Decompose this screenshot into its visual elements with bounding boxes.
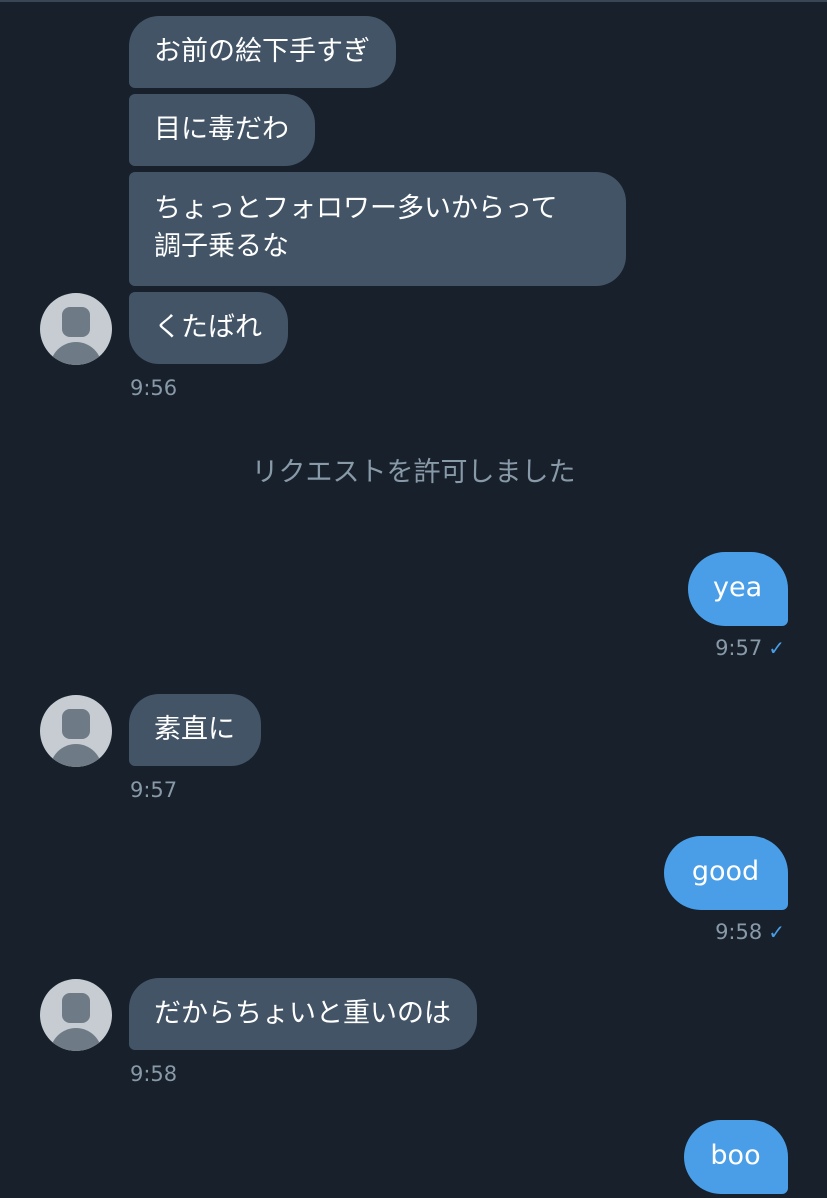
outgoing-message-bubble[interactable]: good: [664, 836, 788, 910]
message-timestamp: 9:56: [130, 376, 178, 400]
sender-avatar[interactable]: [40, 979, 112, 1051]
avatar-body-icon: [50, 342, 102, 365]
message-line: 調子乗るな: [154, 231, 289, 262]
avatar-head-icon: [62, 709, 90, 739]
message-timestamp: 9:58: [130, 1062, 178, 1086]
incoming-message-bubble[interactable]: ちょっとフォロワー多いからって 調子乗るな: [129, 172, 626, 286]
message-timestamp: 9:57: [130, 778, 178, 802]
avatar-body-icon: [50, 1028, 102, 1051]
incoming-message-bubble[interactable]: 素直に: [129, 694, 261, 766]
avatar-body-icon: [50, 744, 102, 767]
timestamp-text: 9:57: [715, 636, 763, 660]
check-icon: ✓: [768, 636, 785, 660]
timestamp-text: 9:58: [715, 920, 763, 944]
top-divider: [0, 0, 827, 2]
message-line: ちょっとフォロワー多いからって: [154, 193, 558, 224]
sender-avatar[interactable]: [40, 293, 112, 365]
outgoing-message-bubble[interactable]: yea: [688, 552, 788, 626]
sender-avatar[interactable]: [40, 695, 112, 767]
check-icon: ✓: [768, 920, 785, 944]
message-timestamp: 9:57 ✓: [715, 636, 785, 660]
incoming-message-bubble[interactable]: だからちょいと重いのは: [129, 978, 477, 1050]
message-timestamp: 9:58 ✓: [715, 920, 785, 944]
request-accepted-notice: リクエストを許可しました: [251, 457, 576, 488]
avatar-head-icon: [62, 307, 90, 337]
avatar-head-icon: [62, 993, 90, 1023]
incoming-message-bubble[interactable]: お前の絵下手すぎ: [129, 16, 396, 88]
incoming-message-bubble[interactable]: くたばれ: [129, 292, 288, 364]
dm-conversation: お前の絵下手すぎ 目に毒だわ ちょっとフォロワー多いからって 調子乗るな くたば…: [0, 0, 827, 1198]
outgoing-message-bubble[interactable]: boo: [684, 1120, 788, 1194]
incoming-message-bubble[interactable]: 目に毒だわ: [129, 94, 315, 166]
